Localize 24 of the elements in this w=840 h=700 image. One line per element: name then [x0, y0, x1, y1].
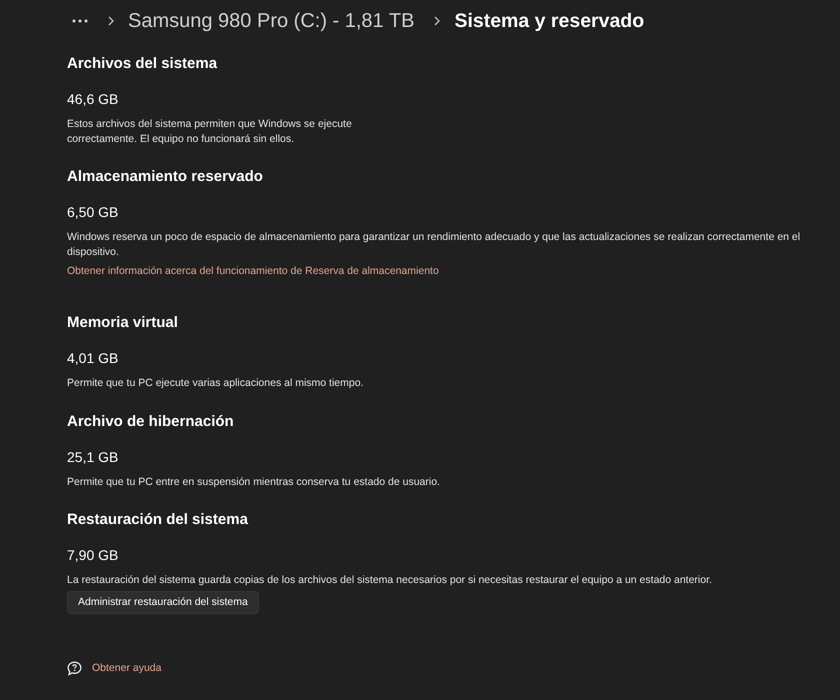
section-description: La restauración del sistema guarda copias de los archivos del sistema necesarios por si necesitas restaurar el equipo a un estado anterior.: [67, 573, 712, 588]
breadcrumb-item[interactable]: Samsung 980 Pro (C:) - 1,81 TB: [128, 7, 414, 35]
speech-bubble-icon: [67, 660, 82, 676]
breadcrumb-item[interactable]: Sistema y reservado: [454, 7, 644, 35]
size-value: 4,01 GB: [67, 349, 118, 368]
size-value: 25,1 GB: [67, 448, 118, 466]
section-title: Memoria virtual: [67, 313, 178, 333]
section-description: Windows reserva un poco de espacio de almacenamiento para garantizar un rendimiento adecuado y que las actualizaciones se realizan correctamente en el dispositivo.: [67, 230, 802, 259]
help-link[interactable]: Obtener ayuda: [92, 660, 162, 676]
size-value: 7,90 GB: [67, 546, 118, 565]
section-description: Estos archivos del sistema permiten que Windows se ejecute correctamente. El equipo no funcionará sin ellos.: [67, 117, 353, 146]
manage-button[interactable]: Administrar restauración del sistema: [67, 590, 259, 614]
chevron-right-icon: [434, 16, 440, 26]
section-description: Permite que tu PC entre en suspensión mientras conserva tu estado de usuario.: [67, 474, 440, 489]
section-description: Permite que tu PC ejecute varias aplicaciones al mismo tiempo.: [67, 376, 364, 390]
more-icon[interactable]: [72, 19, 88, 23]
section-title: Almacenamiento reservado: [67, 167, 263, 187]
section-title: Archivos del sistema: [67, 54, 218, 74]
size-value: 46,6 GB: [67, 90, 118, 109]
size-value: 6,50 GB: [67, 203, 118, 222]
section-title: Restauración del sistema: [67, 510, 248, 530]
chevron-right-icon: [108, 16, 114, 26]
info-link[interactable]: Obtener información acerca del funcionamiento de Reserva de almacenamiento: [67, 264, 439, 279]
section-title: Archivo de hibernación: [67, 412, 234, 432]
